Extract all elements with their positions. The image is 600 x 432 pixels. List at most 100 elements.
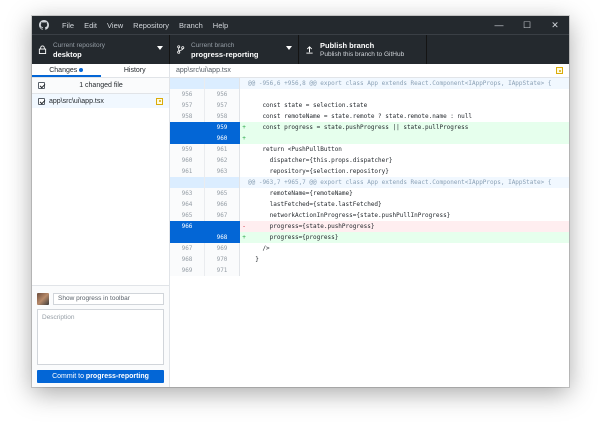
- diff-code: return <PushPullButton: [248, 146, 342, 153]
- diff-line[interactable]: 960 +: [170, 133, 569, 144]
- new-line-number: 970: [205, 254, 240, 265]
- select-all-checkbox[interactable]: [38, 82, 45, 89]
- commit-description-input[interactable]: Description: [37, 309, 164, 365]
- diff-marker: [240, 166, 248, 177]
- diff-line: 963 965 remoteName={remoteName}: [170, 188, 569, 199]
- new-line-number: 969: [205, 243, 240, 254]
- minimize-button[interactable]: —: [485, 16, 513, 34]
- new-line-number[interactable]: 968: [205, 232, 240, 243]
- new-line-number: [205, 177, 240, 188]
- diff-line: 958 958 const remoteName = state.remote ?…: [170, 111, 569, 122]
- diff-line[interactable]: 959 + const progress = state.pushProgress…: [170, 122, 569, 133]
- summary-row: Show progress in toolbar: [37, 292, 164, 305]
- app-window: File Edit View Repository Branch Help — ☐ ✕ C…: [32, 16, 569, 387]
- branch-name: progress-reporting: [191, 49, 259, 59]
- commit-form: Show progress in toolbar Description Com…: [32, 285, 169, 387]
- diff-hunk-header[interactable]: @@ -963,7 +965,7 @@ export class App ext…: [170, 177, 569, 188]
- toolbar: Current repository desktop Current branc…: [32, 34, 569, 64]
- old-line-number[interactable]: [170, 232, 205, 243]
- old-line-number[interactable]: [170, 122, 205, 133]
- diff-code: progress={progress}: [248, 234, 339, 241]
- commit-button[interactable]: Commit to progress-reporting: [37, 370, 164, 383]
- menu-item-help[interactable]: Help: [208, 21, 233, 30]
- menu-item-file[interactable]: File: [57, 21, 79, 30]
- old-line-number: 956: [170, 89, 205, 100]
- old-line-number: 957: [170, 100, 205, 111]
- new-line-number[interactable]: 960: [205, 133, 240, 144]
- diff-line: 957 957 const state = selection.state: [170, 100, 569, 111]
- new-line-number: 971: [205, 265, 240, 276]
- diff-code: const remoteName = state.remote ? state.…: [248, 113, 472, 120]
- diff-marker: [240, 89, 248, 100]
- diff-code: }: [248, 256, 259, 263]
- sidebar-tabs: Changes History: [32, 64, 169, 78]
- publish-branch-button[interactable]: Publish branch Publish this branch to Gi…: [299, 35, 427, 64]
- diff-marker: [240, 254, 248, 265]
- diff-code: networkActionInProgress={state.pushPullI…: [248, 212, 451, 219]
- changed-files-count: 1 changed file: [79, 82, 123, 89]
- commit-summary-input[interactable]: Show progress in toolbar: [53, 292, 164, 305]
- publish-description: Publish this branch to GitHub: [320, 50, 405, 58]
- menu-item-view[interactable]: View: [102, 21, 128, 30]
- new-line-number: 966: [205, 199, 240, 210]
- old-line-number: [170, 177, 205, 188]
- tab-changes-label: Changes: [49, 67, 78, 74]
- old-line-number: 967: [170, 243, 205, 254]
- maximize-button[interactable]: ☐: [513, 16, 541, 34]
- new-line-number: 958: [205, 111, 240, 122]
- new-line-number: 965: [205, 188, 240, 199]
- commit-button-branch: progress-reporting: [85, 373, 149, 380]
- branch-selector[interactable]: Current branch progress-reporting: [170, 35, 299, 64]
- new-line-number: 967: [205, 210, 240, 221]
- tab-changes[interactable]: Changes: [32, 64, 101, 77]
- old-line-number: 964: [170, 199, 205, 210]
- menu-item-repository[interactable]: Repository: [128, 21, 174, 30]
- menu-item-edit[interactable]: Edit: [79, 21, 102, 30]
- commit-button-prefix: Commit to: [52, 373, 84, 380]
- diff-line: 961 963 repository={selection.repository}: [170, 166, 569, 177]
- diff-marker: [240, 243, 248, 254]
- diff-code: repository={selection.repository}: [248, 168, 389, 175]
- changes-indicator-icon: [79, 68, 84, 73]
- diff-body: @@ -956,6 +956,8 @@ export class App ext…: [170, 78, 569, 276]
- diff-marker: -: [242, 223, 246, 230]
- diff-marker: [240, 78, 248, 89]
- diff-marker: +: [242, 135, 246, 142]
- menu-item-branch[interactable]: Branch: [174, 21, 208, 30]
- new-line-number[interactable]: [205, 221, 240, 232]
- diff-code: [248, 89, 569, 100]
- diff-line: 965 967 networkActionInProgress={state.pu…: [170, 210, 569, 221]
- diff-marker: [240, 155, 248, 166]
- diff-hunk-header[interactable]: @@ -956,6 +956,8 @@ export class App ext…: [170, 78, 569, 89]
- old-line-number[interactable]: 966: [170, 221, 205, 232]
- repository-label: Current repository: [53, 41, 106, 49]
- old-line-number: 968: [170, 254, 205, 265]
- diff-code: progress={state.pushProgress}: [248, 223, 375, 230]
- diff-line[interactable]: 968 + progress={progress}: [170, 232, 569, 243]
- repository-selector[interactable]: Current repository desktop: [32, 35, 170, 64]
- new-line-number: 961: [205, 144, 240, 155]
- new-line-number[interactable]: 959: [205, 122, 240, 133]
- tab-history[interactable]: History: [101, 64, 170, 77]
- close-button[interactable]: ✕: [541, 16, 569, 34]
- diff-header: app\src\ui\app.tsx: [170, 64, 569, 78]
- list-item[interactable]: app\src\ui\app.tsx: [32, 94, 169, 108]
- repository-text: Current repository desktop: [53, 41, 105, 59]
- publish-label: Publish branch: [320, 40, 375, 50]
- diff-marker: [240, 265, 248, 276]
- diff-code: @@ -963,7 +965,7 @@ export class App ext…: [248, 179, 552, 186]
- old-line-number[interactable]: [170, 133, 205, 144]
- file-checkbox[interactable]: [38, 97, 45, 105]
- diff-line[interactable]: 966 - progress={state.pushProgress}: [170, 221, 569, 232]
- diff-code: [248, 265, 569, 276]
- modified-icon: [556, 67, 563, 74]
- diff-code: const progress = state.pushProgress || s…: [248, 124, 469, 131]
- diff-line: 969 971: [170, 265, 569, 276]
- diff-code: dispatcher={this.props.dispatcher}: [248, 157, 393, 164]
- repository-lock-icon: [38, 45, 47, 54]
- diff-code: lastFetched={state.lastFetched}: [248, 201, 382, 208]
- diff-marker: +: [242, 124, 246, 131]
- branch-text: Current branch progress-reporting: [191, 41, 259, 59]
- new-line-number: 963: [205, 166, 240, 177]
- old-line-number: 965: [170, 210, 205, 221]
